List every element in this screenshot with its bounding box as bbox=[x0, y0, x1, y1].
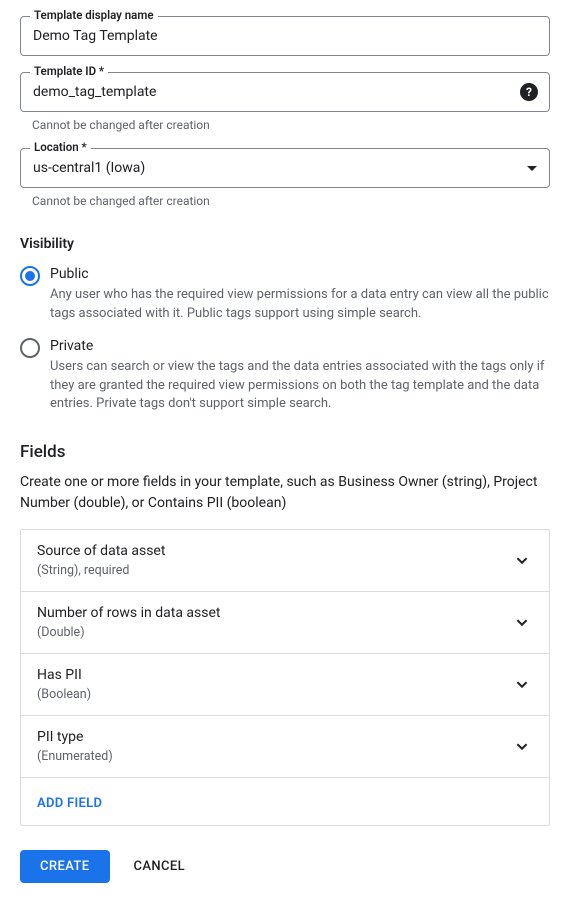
radio-public[interactable] bbox=[20, 266, 40, 286]
radio-public-label: Public bbox=[50, 266, 550, 282]
dropdown-arrow-icon bbox=[527, 166, 537, 171]
field-item-type: (Boolean) bbox=[37, 687, 91, 702]
fields-title: Fields bbox=[20, 442, 550, 462]
field-item-title: Number of rows in data asset bbox=[37, 605, 220, 621]
template-id-input[interactable] bbox=[20, 72, 550, 112]
location-label: Location * bbox=[30, 140, 91, 154]
radio-option-public: Public Any user who has the required vie… bbox=[20, 266, 550, 324]
fields-list: Source of data asset (String), required … bbox=[20, 529, 550, 826]
radio-public-description: Any user who has the required view permi… bbox=[50, 286, 550, 324]
field-item-title: Has PII bbox=[37, 667, 91, 683]
radio-private-label: Private bbox=[50, 338, 550, 354]
visibility-title: Visibility bbox=[20, 236, 550, 252]
field-item-type: (String), required bbox=[37, 563, 165, 578]
location-helper: Cannot be changed after creation bbox=[32, 194, 550, 208]
cancel-button[interactable]: CANCEL bbox=[134, 859, 186, 874]
field-item-title: PII type bbox=[37, 729, 113, 745]
template-id-helper: Cannot be changed after creation bbox=[32, 118, 550, 132]
location-select[interactable]: us-central1 (Iowa) bbox=[20, 148, 550, 188]
field-item-rows[interactable]: Number of rows in data asset (Double) bbox=[21, 592, 549, 654]
field-item-type: (Double) bbox=[37, 625, 220, 640]
add-field-row: ADD FIELD bbox=[21, 778, 549, 825]
template-id-label: Template ID * bbox=[30, 64, 108, 78]
field-item-pii-type[interactable]: PII type (Enumerated) bbox=[21, 716, 549, 778]
chevron-down-icon bbox=[511, 735, 533, 757]
chevron-down-icon bbox=[511, 611, 533, 633]
add-field-button[interactable]: ADD FIELD bbox=[37, 796, 102, 811]
display-name-field: Template display name bbox=[20, 16, 550, 56]
field-item-source[interactable]: Source of data asset (String), required bbox=[21, 530, 549, 592]
location-field: Location * us-central1 (Iowa) Cannot be … bbox=[20, 148, 550, 208]
template-id-field: Template ID * ? Cannot be changed after … bbox=[20, 72, 550, 132]
chevron-down-icon bbox=[511, 549, 533, 571]
field-item-type: (Enumerated) bbox=[37, 749, 113, 764]
fields-section: Fields Create one or more fields in your… bbox=[20, 442, 550, 826]
fields-description: Create one or more fields in your templa… bbox=[20, 472, 550, 513]
create-button[interactable]: CREATE bbox=[20, 850, 110, 883]
chevron-down-icon bbox=[511, 673, 533, 695]
button-row: CREATE CANCEL bbox=[20, 850, 550, 883]
help-icon[interactable]: ? bbox=[520, 83, 538, 101]
visibility-section: Visibility Public Any user who has the r… bbox=[20, 236, 550, 414]
field-item-pii[interactable]: Has PII (Boolean) bbox=[21, 654, 549, 716]
location-value: us-central1 (Iowa) bbox=[33, 160, 145, 176]
display-name-label: Template display name bbox=[30, 8, 158, 22]
radio-option-private: Private Users can search or view the tag… bbox=[20, 338, 550, 415]
field-item-title: Source of data asset bbox=[37, 543, 165, 559]
radio-private[interactable] bbox=[20, 338, 40, 358]
radio-private-description: Users can search or view the tags and th… bbox=[50, 358, 550, 415]
display-name-input[interactable] bbox=[20, 16, 550, 56]
